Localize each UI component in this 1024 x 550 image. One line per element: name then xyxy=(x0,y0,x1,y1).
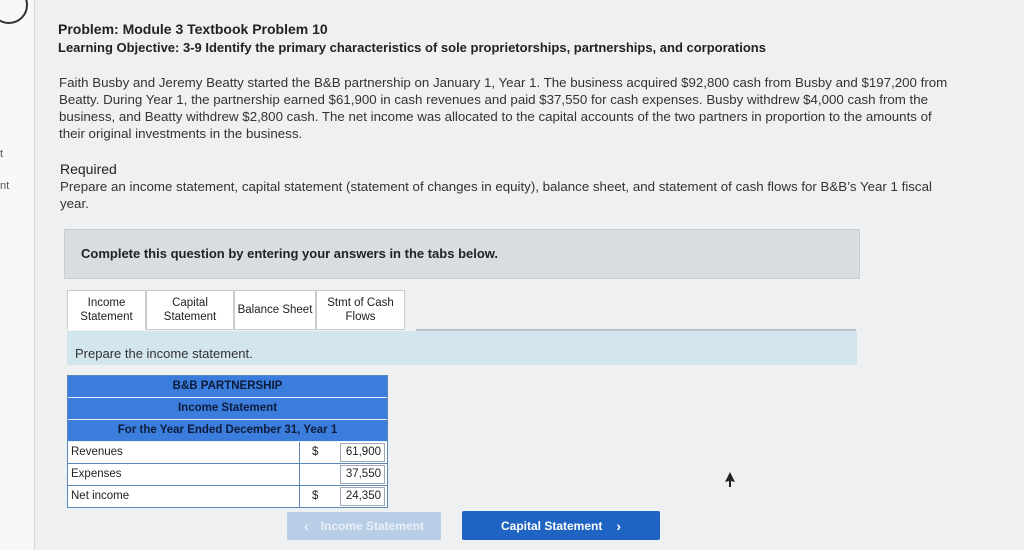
table-row: Net income $ 24,350 xyxy=(68,486,387,507)
row-label-net-income[interactable]: Net income xyxy=(68,486,300,507)
statement-period: For the Year Ended December 31, Year 1 xyxy=(68,420,387,442)
chevron-left-icon: ‹ xyxy=(303,518,309,534)
row-label-expenses[interactable]: Expenses xyxy=(68,464,300,485)
progress-circle-icon xyxy=(0,0,28,24)
tab-capital-statement[interactable]: Capital Statement xyxy=(146,290,234,330)
previous-tab-label: Income Statement xyxy=(320,519,425,533)
statement-name: Income Statement xyxy=(68,398,387,420)
tab-balance-sheet[interactable]: Balance Sheet xyxy=(234,290,316,330)
table-row: Revenues $ 61,900 xyxy=(68,442,387,464)
instructions-banner: Complete this question by entering your … xyxy=(64,229,860,279)
currency-symbol xyxy=(300,464,332,485)
mouse-cursor-icon xyxy=(725,472,735,487)
left-sidebar: t nt xyxy=(0,0,35,550)
next-tab-label: Capital Statement xyxy=(500,518,603,533)
revenues-amount-input[interactable]: 61,900 xyxy=(340,443,385,462)
section-prompt: Prepare the income statement. xyxy=(75,346,253,361)
tab-cash-flows[interactable]: Stmt of Cash Flows xyxy=(316,290,405,330)
table-row: Expenses 37,550 xyxy=(68,464,387,486)
problem-title: Problem: Module 3 Textbook Problem 10 xyxy=(58,21,328,37)
tab-income-statement[interactable]: Income Statement xyxy=(67,290,146,330)
net-income-amount-input[interactable]: 24,350 xyxy=(340,487,385,506)
section-prompt-bar: Prepare the income statement. xyxy=(67,331,857,365)
company-name: B&B PARTNERSHIP xyxy=(68,376,387,398)
expenses-amount-input[interactable]: 37,550 xyxy=(340,465,385,484)
income-statement-table: B&B PARTNERSHIP Income Statement For the… xyxy=(67,375,388,508)
instructions-text: Complete this question by entering your … xyxy=(81,246,499,261)
next-tab-button[interactable]: Capital Statement › xyxy=(462,511,660,540)
row-label-revenues[interactable]: Revenues xyxy=(68,442,300,463)
sidebar-label[interactable]: t xyxy=(0,148,3,160)
sidebar-label[interactable]: nt xyxy=(0,180,9,192)
currency-symbol: $ xyxy=(312,490,319,502)
problem-description: Faith Busby and Jeremy Beatty started th… xyxy=(59,75,948,141)
previous-tab-button[interactable]: ‹ Income Statement xyxy=(287,512,441,540)
learning-objective: Learning Objective: 3-9 Identify the pri… xyxy=(58,40,766,55)
statement-tabs: Income Statement Capital Statement Balan… xyxy=(67,290,405,331)
chevron-right-icon: › xyxy=(616,517,622,534)
required-heading: Required xyxy=(60,161,117,177)
currency-symbol: $ xyxy=(312,446,319,458)
required-text: Prepare an income statement, capital sta… xyxy=(60,179,932,211)
